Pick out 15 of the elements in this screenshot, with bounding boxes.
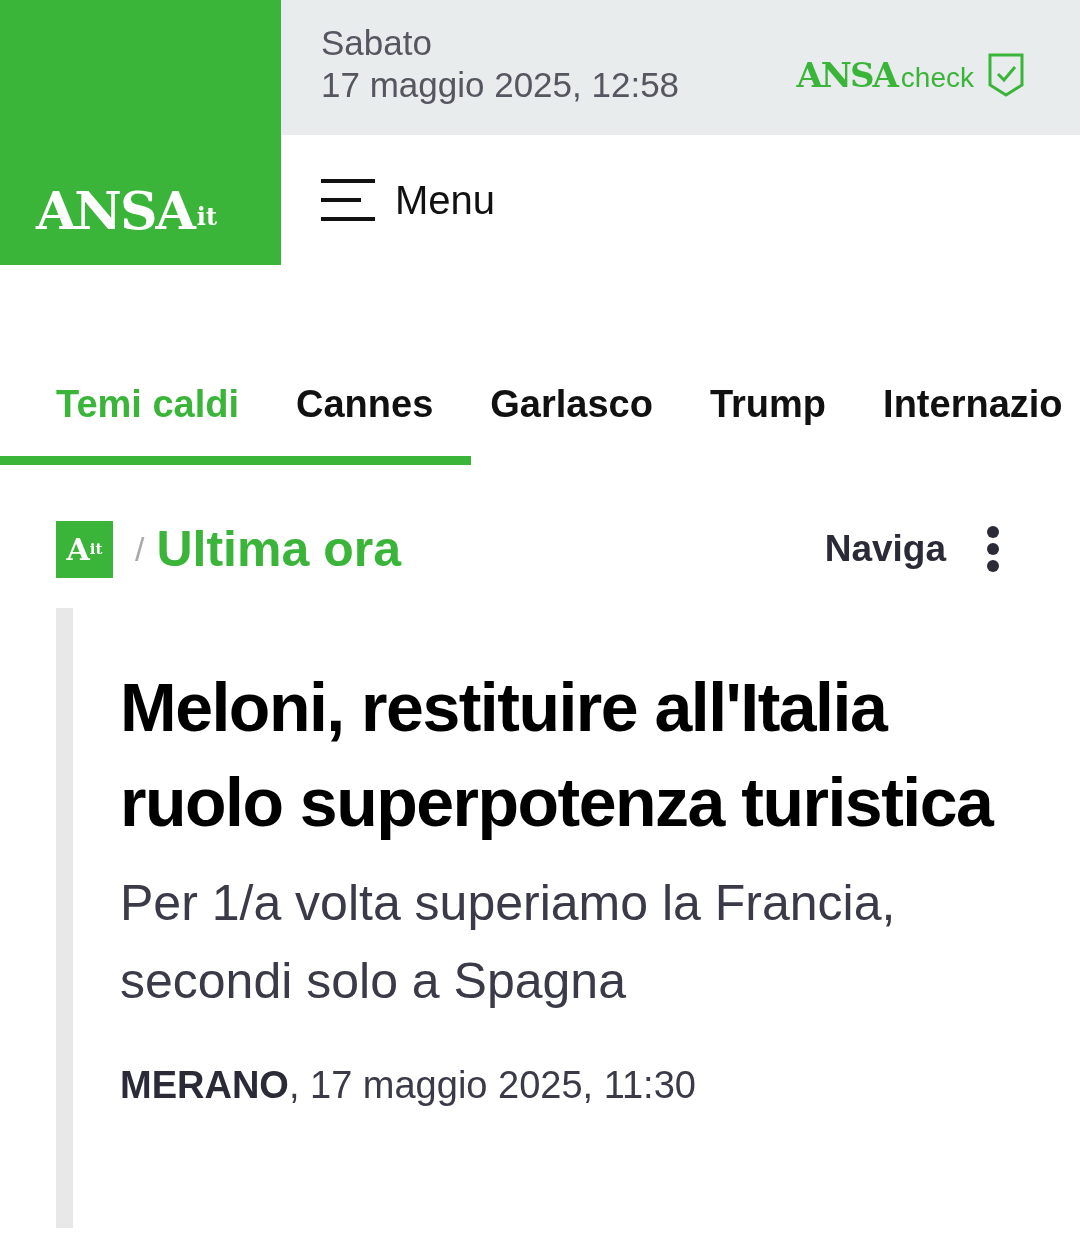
topic-tab[interactable]: Garlasco — [490, 383, 653, 426]
topic-tab[interactable]: Cannes — [296, 383, 434, 426]
menu-button[interactable]: Menu — [321, 177, 496, 223]
shield-check-icon — [988, 52, 1024, 97]
menu-icon — [321, 178, 377, 222]
topic-tab[interactable]: Internazio — [883, 383, 1063, 426]
navigate-link[interactable]: Naviga — [824, 528, 946, 570]
subheadline: Per 1/a volta superiamo la Francia, secondi solo a Spagna — [120, 874, 897, 1011]
headline: Meloni, restituire all'Italia ruolo superpotenza turistica — [120, 668, 995, 842]
more-icon[interactable] — [986, 525, 1000, 573]
breadcrumb-separator: / — [135, 529, 145, 569]
topic-tab[interactable]: Trump — [709, 383, 827, 426]
date-time: 17 maggio 2025, 12:58 — [321, 63, 681, 106]
weekday: Sabato — [321, 21, 433, 64]
dateline: MERANO, 17 maggio 2025, 11:30 — [120, 1064, 697, 1107]
